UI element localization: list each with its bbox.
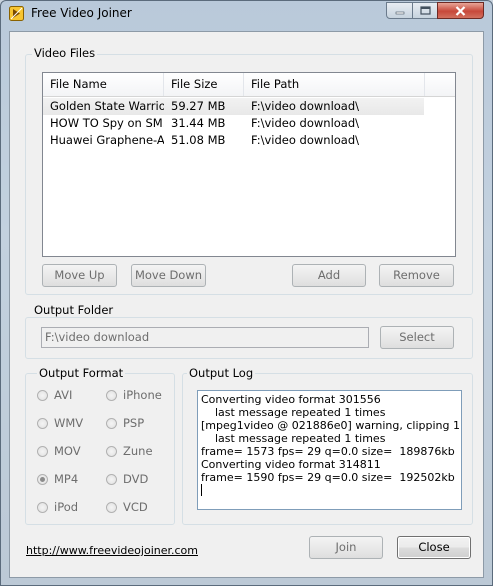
column-file-path[interactable]: File Path (244, 73, 425, 96)
select-folder-button[interactable]: Select (380, 326, 454, 349)
close-icon (455, 5, 466, 16)
maximize-button[interactable] (412, 2, 438, 19)
list-row[interactable]: HOW TO Spy on SM... 31.44 MB F:\video do… (43, 115, 424, 132)
window-title: Free Video Joiner (31, 6, 132, 20)
log-line: frame= 1573 fps= 29 q=0.0 size= 189876kb (201, 445, 455, 458)
format-vcd-label: VCD (123, 500, 148, 514)
format-psp-radio[interactable]: PSP (106, 415, 144, 431)
minimize-button[interactable] (386, 2, 413, 19)
output-format-label: Output Format (37, 366, 126, 380)
move-down-button[interactable]: Move Down (131, 264, 206, 287)
file-size-cell: 31.44 MB (171, 116, 226, 130)
add-button[interactable]: Add (292, 264, 366, 287)
list-header: File Name File Size File Path (43, 73, 455, 97)
file-path-cell: F:\video download\ (251, 133, 360, 147)
list-row[interactable]: Huawei Graphene-As... 51.08 MB F:\video … (43, 132, 424, 149)
website-link[interactable]: http://www.freevideojoiner.com (26, 544, 198, 557)
output-log-text[interactable]: Converting video format 301556 last mess… (197, 390, 462, 510)
column-file-name[interactable]: File Name (43, 73, 164, 96)
format-zune-radio[interactable]: Zune (106, 443, 153, 459)
format-psp-label: PSP (123, 416, 145, 430)
dialog-body: Video Files File Name File Size File Pat… (9, 31, 484, 578)
output-folder-field[interactable]: F:\video download (41, 327, 369, 348)
video-files-label: Video Files (32, 46, 98, 60)
log-line: Converting video format 301556 (201, 393, 381, 406)
radio-indicator (37, 501, 48, 513)
text-caret (201, 484, 202, 496)
maximize-icon (419, 6, 431, 15)
format-dvd-radio[interactable]: DVD (106, 471, 148, 487)
file-name-cell: Golden State Warrior... (50, 99, 164, 113)
radio-indicator (106, 445, 117, 457)
log-line: last message repeated 1 times (201, 432, 386, 445)
format-vcd-radio[interactable]: VCD (106, 499, 148, 515)
radio-indicator (37, 389, 48, 401)
radio-indicator (106, 389, 117, 401)
file-path-cell: F:\video download\ (251, 116, 360, 130)
format-ipod-label: iPod (54, 500, 79, 514)
window-close-button[interactable] (437, 2, 484, 19)
move-up-button[interactable]: Move Up (42, 264, 117, 287)
format-wmv-label: WMV (54, 416, 84, 430)
remove-button[interactable]: Remove (379, 264, 454, 287)
log-line: [mpeg1video @ 021886e0] warning, clippin… (201, 419, 460, 432)
close-button[interactable]: Close (397, 536, 471, 559)
format-mp4-radio[interactable]: MP4 (37, 471, 78, 487)
format-avi-radio[interactable]: AVI (37, 387, 72, 403)
format-mp4-label: MP4 (54, 472, 79, 486)
format-ipod-radio[interactable]: iPod (37, 499, 78, 515)
list-row[interactable]: Golden State Warrior... 59.27 MB F:\vide… (43, 98, 424, 115)
radio-indicator-checked (37, 473, 48, 485)
format-iphone-radio[interactable]: iPhone (106, 387, 162, 403)
format-iphone-label: iPhone (123, 388, 162, 402)
file-name-cell: HOW TO Spy on SM... (50, 116, 164, 130)
app-logo-icon (9, 6, 24, 21)
format-dvd-label: DVD (123, 472, 149, 486)
radio-indicator (37, 417, 48, 429)
format-avi-label: AVI (54, 388, 73, 402)
app-window: Free Video Joiner Video Files File Name … (0, 0, 493, 586)
file-name-cell: Huawei Graphene-As... (50, 133, 164, 147)
file-path-cell: F:\video download\ (251, 99, 360, 113)
video-file-list[interactable]: File Name File Size File Path Golden Sta… (42, 72, 456, 257)
column-file-size[interactable]: File Size (164, 73, 244, 96)
format-mov-label: MOV (54, 444, 81, 458)
minimize-icon (395, 11, 404, 14)
radio-indicator (106, 417, 117, 429)
radio-indicator (37, 445, 48, 457)
log-line: frame= 1590 fps= 29 q=0.0 size= 192502kb (201, 471, 455, 484)
format-mov-radio[interactable]: MOV (37, 443, 81, 459)
format-zune-label: Zune (123, 444, 153, 458)
radio-indicator (106, 473, 117, 485)
join-button[interactable]: Join (309, 536, 383, 559)
output-log-label: Output Log (187, 366, 256, 380)
file-size-cell: 59.27 MB (171, 99, 226, 113)
title-bar[interactable]: Free Video Joiner (1, 1, 492, 25)
log-line: Converting video format 314811 (201, 458, 381, 471)
radio-indicator (106, 501, 117, 513)
output-folder-label: Output Folder (32, 303, 116, 317)
log-line: last message repeated 1 times (201, 406, 386, 419)
file-size-cell: 51.08 MB (171, 133, 226, 147)
format-wmv-radio[interactable]: WMV (37, 415, 83, 431)
